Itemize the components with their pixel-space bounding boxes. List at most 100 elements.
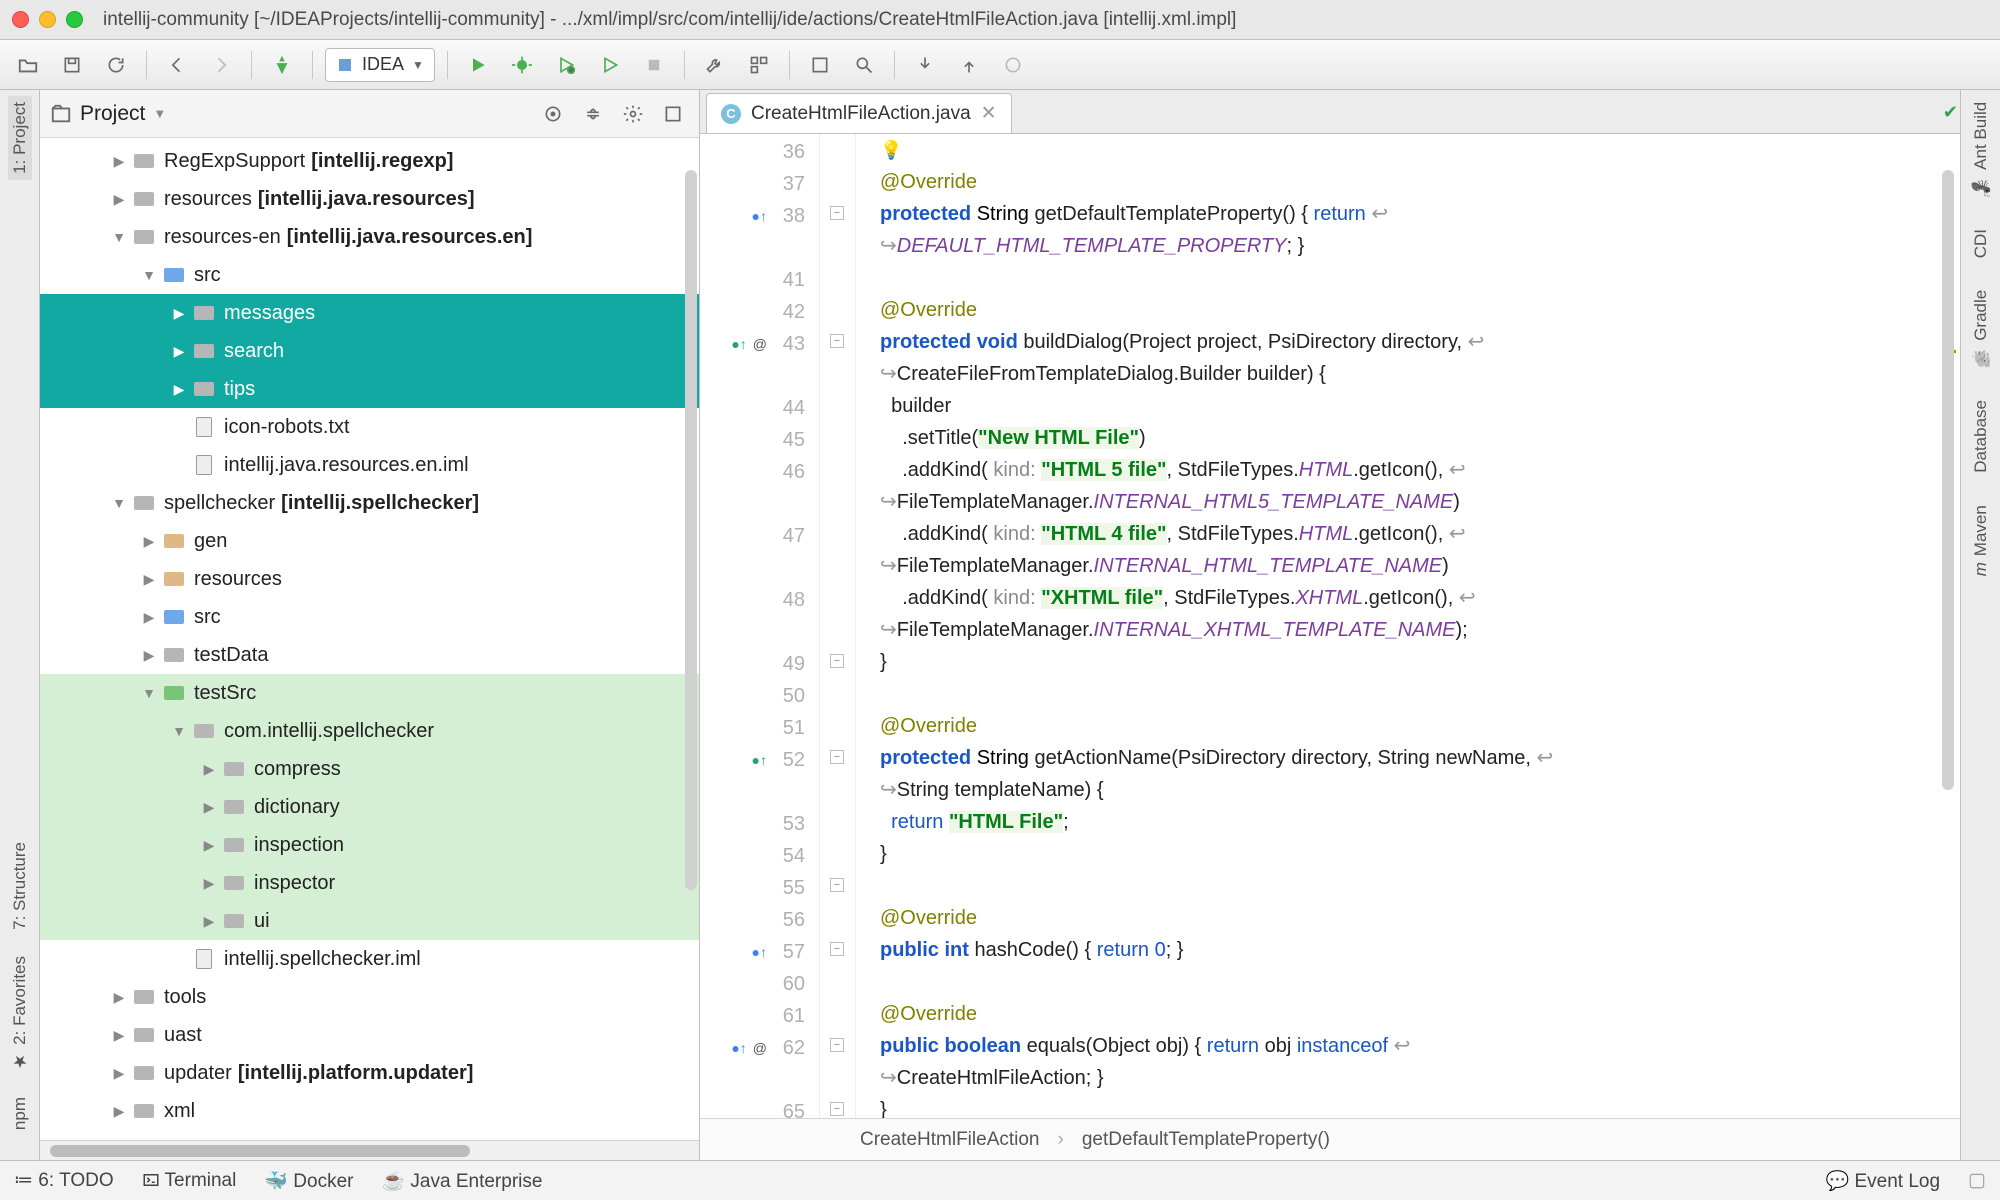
profile-icon[interactable] — [592, 47, 628, 83]
project-scrollbar[interactable] — [685, 170, 697, 890]
breadcrumb-item[interactable]: getDefaultTemplateProperty() — [1082, 1129, 1330, 1151]
tree-item[interactable]: ▶gen — [40, 522, 699, 560]
status-corner-icon[interactable]: ▢ — [1968, 1169, 1986, 1192]
run-icon[interactable] — [460, 47, 496, 83]
ant-build-tool-tab[interactable]: 🐜 Ant Build — [1969, 96, 1993, 203]
project-tool-tab[interactable]: 1: Project — [8, 96, 32, 180]
tree-item[interactable]: icon-robots.txt — [40, 408, 699, 446]
wrench-icon[interactable] — [697, 47, 733, 83]
tree-arrow-icon[interactable]: ▼ — [110, 495, 128, 511]
run-coverage-icon[interactable] — [548, 47, 584, 83]
sdk-icon[interactable] — [802, 47, 838, 83]
locate-icon[interactable] — [537, 98, 569, 130]
tree-item[interactable]: ▶inspection — [40, 826, 699, 864]
tree-arrow-icon[interactable]: ▼ — [110, 229, 128, 245]
tree-item[interactable]: ▼resources-en [intellij.java.resources.e… — [40, 218, 699, 256]
minimize-window-button[interactable] — [39, 11, 56, 28]
tree-arrow-icon[interactable]: ▶ — [200, 875, 218, 892]
tree-arrow-icon[interactable]: ▶ — [110, 1027, 128, 1044]
cdi-tool-tab[interactable]: CDI — [1969, 223, 1993, 264]
tree-arrow-icon[interactable]: ▼ — [140, 267, 158, 283]
fold-toggle-icon[interactable]: − — [830, 878, 844, 892]
tree-item[interactable]: intellij.java.resources.en.iml — [40, 446, 699, 484]
chevron-down-icon[interactable]: ▼ — [153, 106, 166, 121]
line-number-gutter[interactable]: 3637●↑384142●↑@434445464748495051●↑52535… — [700, 134, 820, 1118]
close-tab-icon[interactable]: ✕ — [981, 102, 997, 125]
project-hscrollbar[interactable] — [40, 1140, 699, 1160]
tree-item[interactable]: ▶dictionary — [40, 788, 699, 826]
open-file-icon[interactable] — [10, 47, 46, 83]
run-config-selector[interactable]: IDEA ▼ — [325, 48, 435, 82]
project-tree[interactable]: ▶RegExpSupport [intellij.regexp]▶resourc… — [40, 138, 699, 1140]
tree-item[interactable]: ▶search — [40, 332, 699, 370]
tree-item[interactable]: ▶RegExpSupport [intellij.regexp] — [40, 142, 699, 180]
save-icon[interactable] — [54, 47, 90, 83]
tree-item[interactable]: ▶compress — [40, 750, 699, 788]
tree-arrow-icon[interactable]: ▶ — [200, 913, 218, 930]
project-structure-icon[interactable] — [741, 47, 777, 83]
tree-item[interactable]: ▶messages — [40, 294, 699, 332]
fold-toggle-icon[interactable]: − — [830, 206, 844, 220]
fold-toggle-icon[interactable]: − — [830, 654, 844, 668]
gear-icon[interactable] — [617, 98, 649, 130]
tree-arrow-icon[interactable]: ▶ — [200, 799, 218, 816]
tree-arrow-icon[interactable]: ▶ — [110, 989, 128, 1006]
editor-body[interactable]: 3637●↑384142●↑@434445464748495051●↑52535… — [700, 134, 1960, 1118]
tree-arrow-icon[interactable]: ▶ — [200, 761, 218, 778]
fold-toggle-icon[interactable]: − — [830, 942, 844, 956]
editor-tab[interactable]: C CreateHtmlFileAction.java ✕ — [706, 93, 1012, 133]
breadcrumb-item[interactable]: CreateHtmlFileAction — [860, 1129, 1040, 1151]
forward-icon[interactable] — [203, 47, 239, 83]
todo-tool-button[interactable]: ≔ 6: TODO — [14, 1169, 114, 1192]
tree-item[interactable]: ▶testData — [40, 636, 699, 674]
event-log-button[interactable]: 💬 Event Log — [1826, 1169, 1941, 1193]
tree-arrow-icon[interactable]: ▶ — [140, 647, 158, 664]
fold-toggle-icon[interactable]: − — [830, 1038, 844, 1052]
tree-item[interactable]: ▶resources [intellij.java.resources] — [40, 180, 699, 218]
tree-arrow-icon[interactable]: ▶ — [110, 191, 128, 208]
tree-item[interactable]: ▶inspector — [40, 864, 699, 902]
fold-toggle-icon[interactable]: − — [830, 1102, 844, 1116]
tree-arrow-icon[interactable]: ▶ — [170, 305, 188, 322]
tree-arrow-icon[interactable]: ▶ — [170, 381, 188, 398]
tree-item[interactable]: ▼com.intellij.spellchecker — [40, 712, 699, 750]
tree-item[interactable]: ▼testSrc — [40, 674, 699, 712]
refresh-icon[interactable] — [98, 47, 134, 83]
docker-tool-button[interactable]: 🐳 Docker — [264, 1169, 353, 1193]
tree-item[interactable]: ▶resources — [40, 560, 699, 598]
tree-arrow-icon[interactable]: ▼ — [170, 723, 188, 739]
fold-gutter[interactable]: −−−−−−−− — [820, 134, 856, 1118]
back-icon[interactable] — [159, 47, 195, 83]
maven-tool-tab[interactable]: m Maven — [1969, 499, 1993, 582]
tree-arrow-icon[interactable]: ▼ — [140, 685, 158, 701]
tree-arrow-icon[interactable]: ▶ — [110, 153, 128, 170]
tree-arrow-icon[interactable]: ▶ — [140, 571, 158, 588]
search-icon[interactable] — [846, 47, 882, 83]
fold-toggle-icon[interactable]: − — [830, 334, 844, 348]
vcs-commit-icon[interactable] — [951, 47, 987, 83]
build-icon[interactable] — [264, 47, 300, 83]
tree-item[interactable]: ▼spellchecker [intellij.spellchecker] — [40, 484, 699, 522]
tree-arrow-icon[interactable]: ▶ — [110, 1065, 128, 1082]
tree-item[interactable]: ▶ui — [40, 902, 699, 940]
tree-item[interactable]: intellij.spellchecker.iml — [40, 940, 699, 978]
stop-icon[interactable] — [636, 47, 672, 83]
tree-item[interactable]: ▼src — [40, 256, 699, 294]
close-window-button[interactable] — [12, 11, 29, 28]
tree-arrow-icon[interactable]: ▶ — [110, 1103, 128, 1120]
database-tool-tab[interactable]: Database — [1969, 394, 1993, 479]
terminal-tool-button[interactable]: Terminal — [142, 1170, 237, 1192]
code-viewport[interactable]: 💡@Overrideprotected String getDefaultTem… — [856, 134, 1960, 1118]
favorites-tool-tab[interactable]: ★ 2: Favorites — [8, 950, 32, 1077]
tree-item[interactable]: ▶src — [40, 598, 699, 636]
tree-arrow-icon[interactable]: ▶ — [200, 837, 218, 854]
tree-arrow-icon[interactable]: ▶ — [140, 533, 158, 550]
tree-arrow-icon[interactable]: ▶ — [140, 609, 158, 626]
gradle-tool-tab[interactable]: 🐘 Gradle — [1969, 284, 1993, 374]
tree-item[interactable]: ▶tips — [40, 370, 699, 408]
tree-item[interactable]: ▶xml — [40, 1092, 699, 1130]
tree-item[interactable]: ▶uast — [40, 1016, 699, 1054]
vcs-history-icon[interactable] — [995, 47, 1031, 83]
java-ee-tool-button[interactable]: ☕ Java Enterprise — [381, 1169, 542, 1193]
structure-tool-tab[interactable]: 7: Structure — [8, 836, 32, 936]
